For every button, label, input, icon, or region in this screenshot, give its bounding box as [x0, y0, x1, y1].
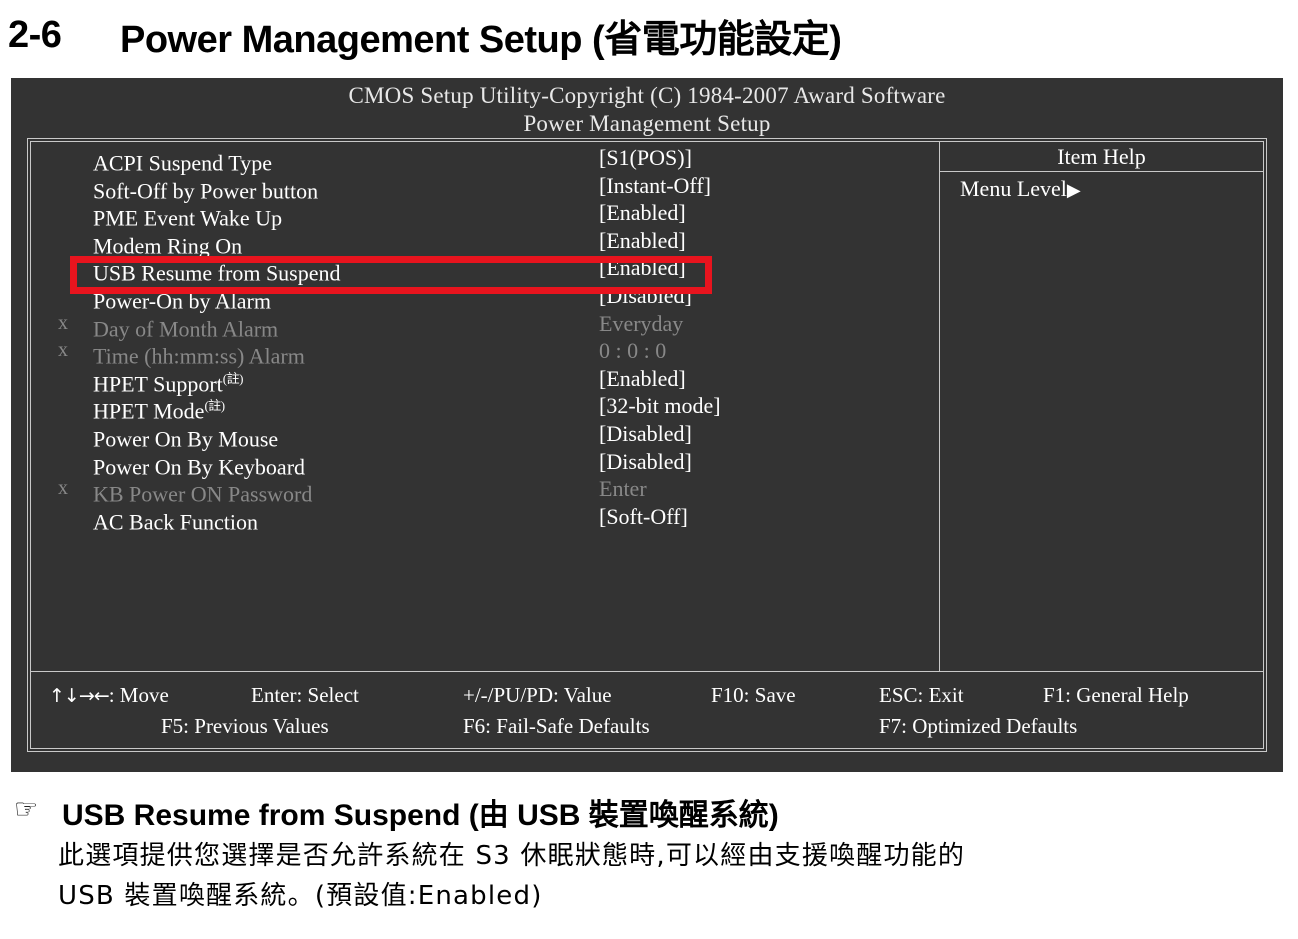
setting-value[interactable]: [Disabled]: [599, 282, 692, 310]
setting-value[interactable]: [Disabled]: [599, 448, 692, 476]
arrow-keys-icon: ↑↓→←: [49, 685, 110, 707]
setting-value[interactable]: [S1(POS)]: [599, 144, 692, 172]
setting-prefix: x: [58, 311, 68, 334]
setting-row-hpet-support[interactable]: HPET Support(註) [Enabled]: [31, 365, 939, 396]
key-hint-move: ↑↓→←: Move: [49, 683, 169, 707]
setting-value[interactable]: [32-bit mode]: [599, 392, 721, 420]
key-hint-previous-values: F5: Previous Values: [161, 714, 329, 738]
section-number: 2-6: [8, 13, 62, 56]
item-help-title: Item Help: [940, 142, 1263, 172]
setting-value[interactable]: [Enabled]: [599, 199, 686, 227]
key-hint-enter: Enter: Select: [251, 683, 359, 707]
setting-value[interactable]: [Disabled]: [599, 420, 692, 448]
setting-value[interactable]: [Enabled]: [599, 227, 686, 255]
bios-page-title: Power Management Setup: [523, 111, 771, 136]
key-hints-row-1: ↑↓→←: Move Enter: Select +/-/PU/PD: Valu…: [31, 680, 1263, 710]
item-help-body: Menu Level▶: [940, 172, 1263, 204]
bios-content-frame: ACPI Suspend Type [S1(POS)] Soft-Off by …: [27, 138, 1267, 752]
setting-row-soft-off-by-power-button[interactable]: Soft-Off by Power button [Instant-Off]: [31, 172, 939, 203]
setting-row-power-on-by-alarm[interactable]: Power-On by Alarm [Disabled]: [31, 282, 939, 313]
explanation-paragraph: 此選項提供您選擇是否允許系統在 S3 休眠狀態時,可以經由支援喚醒功能的 USB…: [58, 836, 1288, 916]
setting-value[interactable]: [Instant-Off]: [599, 172, 711, 200]
setting-row-kb-power-on-password: x KB Power ON Password Enter: [31, 475, 939, 506]
setting-label: AC Back Function: [93, 509, 258, 535]
setting-value[interactable]: [Soft-Off]: [599, 503, 688, 531]
explanation-line-1: 此選項提供您選擇是否允許系統在 S3 休眠狀態時,可以經由支援喚醒功能的: [58, 841, 966, 871]
page-section-heading: 2-6 Power Management Setup (省電功能設定): [8, 6, 1288, 64]
explanation-heading-text: USB Resume from Suspend (由 USB 裝置喚醒系統): [62, 799, 779, 832]
setting-row-power-on-by-keyboard[interactable]: Power On By Keyboard [Disabled]: [31, 448, 939, 479]
setting-row-power-on-by-mouse[interactable]: Power On By Mouse [Disabled]: [31, 420, 939, 451]
menu-level-arrow-icon: ▶: [1066, 180, 1081, 200]
setting-value: Everyday: [599, 310, 684, 336]
settings-list: ACPI Suspend Type [S1(POS)] Soft-Off by …: [31, 144, 939, 534]
setting-value[interactable]: [Enabled]: [599, 254, 686, 282]
setting-note-mark: (註): [204, 398, 225, 414]
bios-setup-screen: CMOS Setup Utility-Copyright (C) 1984-20…: [11, 78, 1283, 772]
setting-row-acpi-suspend-type[interactable]: ACPI Suspend Type [S1(POS)]: [31, 144, 939, 175]
menu-level-label: Menu Level: [960, 176, 1067, 201]
explanation-heading: ☞ USB Resume from Suspend (由 USB 裝置喚醒系統): [0, 790, 1298, 834]
setting-row-pme-event-wake-up[interactable]: PME Event Wake Up [Enabled]: [31, 199, 939, 230]
setting-row-hpet-mode[interactable]: HPET Mode(註) [32-bit mode]: [31, 392, 939, 423]
item-help-panel: Item Help Menu Level▶: [940, 142, 1263, 672]
setting-value: Enter: [599, 476, 647, 502]
setting-row-time-alarm: x Time (hh:mm:ss) Alarm 0 : 0 : 0: [31, 337, 939, 368]
setting-prefix: x: [58, 339, 68, 362]
bios-content-frame-inner: ACPI Suspend Type [S1(POS)] Soft-Off by …: [30, 141, 1264, 749]
explanation-block: ☞ USB Resume from Suspend (由 USB 裝置喚醒系統)…: [0, 790, 1298, 911]
setting-row-ac-back-function[interactable]: AC Back Function [Soft-Off]: [31, 503, 939, 534]
key-hint-optimized-defaults: F7: Optimized Defaults: [879, 714, 1078, 738]
key-hint-value: +/-/PU/PD: Value: [463, 683, 612, 707]
setting-value: 0 : 0 : 0: [599, 338, 667, 364]
key-hints-footer: ↑↓→←: Move Enter: Select +/-/PU/PD: Valu…: [31, 672, 1263, 748]
key-hint-general-help: F1: General Help: [1043, 683, 1189, 707]
setting-value[interactable]: [Enabled]: [599, 365, 686, 393]
key-hints-row-2: F5: Previous Values F6: Fail-Safe Defaul…: [31, 711, 1263, 741]
key-hint-fail-safe-defaults: F6: Fail-Safe Defaults: [463, 714, 650, 738]
setting-row-usb-resume-from-suspend[interactable]: USB Resume from Suspend [Enabled]: [31, 254, 939, 285]
pointing-hand-icon: ☞: [14, 794, 39, 825]
setting-row-day-of-month-alarm: x Day of Month Alarm Everyday: [31, 310, 939, 341]
explanation-line-2: USB 裝置喚醒系統。(預設值:Enabled): [58, 881, 543, 911]
key-hint-esc: ESC: Exit: [879, 683, 964, 707]
bios-titlebar: CMOS Setup Utility-Copyright (C) 1984-20…: [11, 78, 1283, 138]
setting-note-mark: (註): [222, 370, 244, 386]
key-hint-save: F10: Save: [711, 683, 796, 707]
bios-copyright-line: CMOS Setup Utility-Copyright (C) 1984-20…: [348, 83, 946, 108]
setting-prefix: x: [58, 477, 68, 500]
setting-row-modem-ring-on[interactable]: Modem Ring On [Enabled]: [31, 227, 939, 258]
section-title: Power Management Setup (省電功能設定): [120, 18, 842, 61]
